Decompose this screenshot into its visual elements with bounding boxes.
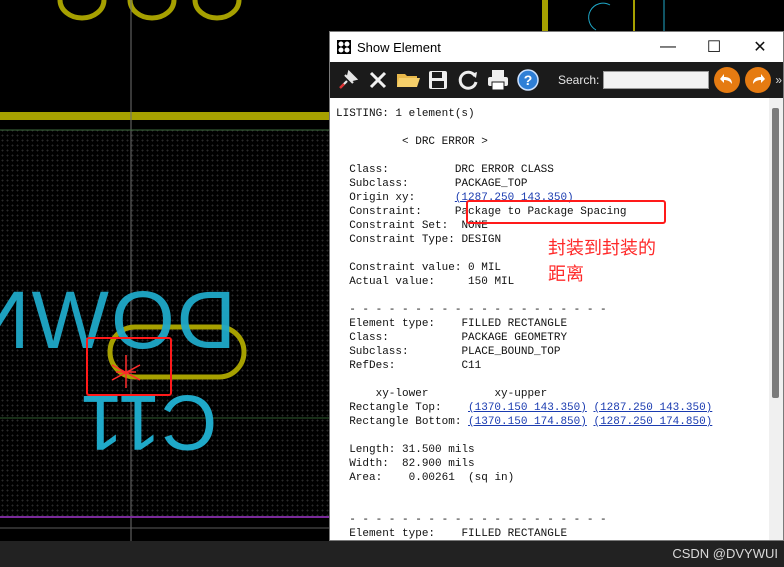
annotation-line-1: 封装到封装的 <box>548 238 656 258</box>
drc-highlight-box <box>86 337 172 396</box>
close-x-icon[interactable] <box>364 66 392 94</box>
annotation-text: 封装到封装的 距离 <box>548 235 698 287</box>
constraint-type-label: Constraint Type: <box>349 234 455 246</box>
vertical-scrollbar[interactable] <box>769 98 783 540</box>
toolbar-overflow-button[interactable]: » <box>775 73 782 87</box>
xy-upper-header: xy-upper <box>494 388 548 400</box>
pad-arc <box>192 0 242 21</box>
pad-arc <box>127 0 177 21</box>
window-title: Show Element <box>357 39 441 55</box>
listing-header: LISTING: 1 element(s) <box>336 108 475 120</box>
length-label: Length: <box>349 444 396 456</box>
element-class-value: PACKAGE GEOMETRY <box>461 332 568 344</box>
forward-arrow-icon[interactable] <box>745 67 772 93</box>
minimize-button[interactable]: — <box>645 32 691 62</box>
subclass-label: Subclass: <box>349 178 409 190</box>
area-value: 0.00261 (sq in) <box>408 472 515 484</box>
rect-top-lower-link[interactable]: (1370.150 143.350) <box>468 402 587 414</box>
print-icon[interactable] <box>484 66 512 94</box>
close-button[interactable]: ✕ <box>737 32 783 62</box>
rect-bottom-upper-link[interactable]: (1287.250 174.850) <box>593 416 712 428</box>
element-class-label: Class: <box>349 332 389 344</box>
width-value: 82.900 mils <box>402 458 475 470</box>
element-subclass-value: PLACE_BOUND_TOP <box>461 346 561 358</box>
element-subclass-label: Subclass: <box>349 346 409 358</box>
element-type-value: FILLED RECTANGLE <box>461 528 568 540</box>
origin-label: Origin xy: <box>349 192 416 204</box>
actual-value-label: Actual value: <box>349 276 436 288</box>
silk-arc <box>588 2 611 31</box>
listing-text: LISTING: 1 element(s) < DRC ERROR > Clas… <box>330 98 770 540</box>
width-label: Width: <box>349 458 389 470</box>
rect-bottom-lower-link[interactable]: (1370.150 174.850) <box>468 416 587 428</box>
app-icon <box>337 40 351 54</box>
element-type-value: FILLED RECTANGLE <box>461 318 568 330</box>
help-icon[interactable]: ? <box>514 66 542 94</box>
toolbar: ? Search: » <box>330 62 783 98</box>
constraint-set-label: Constraint Set: <box>349 220 449 232</box>
divider: - - - - - - - - - - - - - - - - - - - - <box>349 514 607 526</box>
maximize-button[interactable]: ☐ <box>691 32 737 62</box>
rect-top-label: Rectangle Top: <box>349 402 442 414</box>
section-title: < DRC ERROR > <box>402 136 488 148</box>
search-input[interactable] <box>603 71 710 89</box>
save-icon[interactable] <box>424 66 452 94</box>
annotation-line-2: 距离 <box>548 264 584 284</box>
constraint-label: Constraint: <box>349 206 422 218</box>
scrollbar-thumb[interactable] <box>772 108 779 398</box>
status-bar <box>0 541 784 567</box>
constraint-value-value: 0 MIL <box>468 262 502 274</box>
subclass-value: PACKAGE_TOP <box>454 178 528 190</box>
search-label: Search: <box>558 73 600 87</box>
actual-value-value: 150 MIL <box>468 276 515 288</box>
xy-lower-header: xy-lower <box>375 388 429 400</box>
area-label: Area: <box>349 472 383 484</box>
element-type-label: Element type: <box>349 318 436 330</box>
rect-bottom-label: Rectangle Bottom: <box>349 416 462 428</box>
length-value: 31.500 mils <box>402 444 475 456</box>
pin-icon[interactable] <box>334 66 362 94</box>
rect-top-upper-link[interactable]: (1287.250 143.350) <box>593 402 712 414</box>
divider: - - - - - - - - - - - - - - - - - - - - <box>349 304 607 316</box>
constraint-value-label: Constraint value: <box>349 262 462 274</box>
listing-pane[interactable]: LISTING: 1 element(s) < DRC ERROR > Clas… <box>330 98 770 540</box>
pad-arc <box>57 0 107 21</box>
refdes-label: RefDes: <box>349 360 396 372</box>
constraint-highlight-box <box>466 200 666 224</box>
class-value: DRC ERROR CLASS <box>454 164 554 176</box>
open-folder-icon[interactable] <box>394 66 422 94</box>
refdes-value: C11 <box>461 360 482 372</box>
refresh-icon[interactable] <box>454 66 482 94</box>
title-bar[interactable]: Show Element — ☐ ✕ <box>330 32 783 62</box>
constraint-type-value: DESIGN <box>461 234 502 246</box>
watermark: CSDN @DVYWUI <box>672 546 778 561</box>
element-type-label: Element type: <box>349 528 436 540</box>
class-label: Class: <box>349 164 389 176</box>
back-arrow-icon[interactable] <box>714 67 741 93</box>
svg-text:?: ? <box>524 72 533 88</box>
olive-trace <box>0 112 330 120</box>
